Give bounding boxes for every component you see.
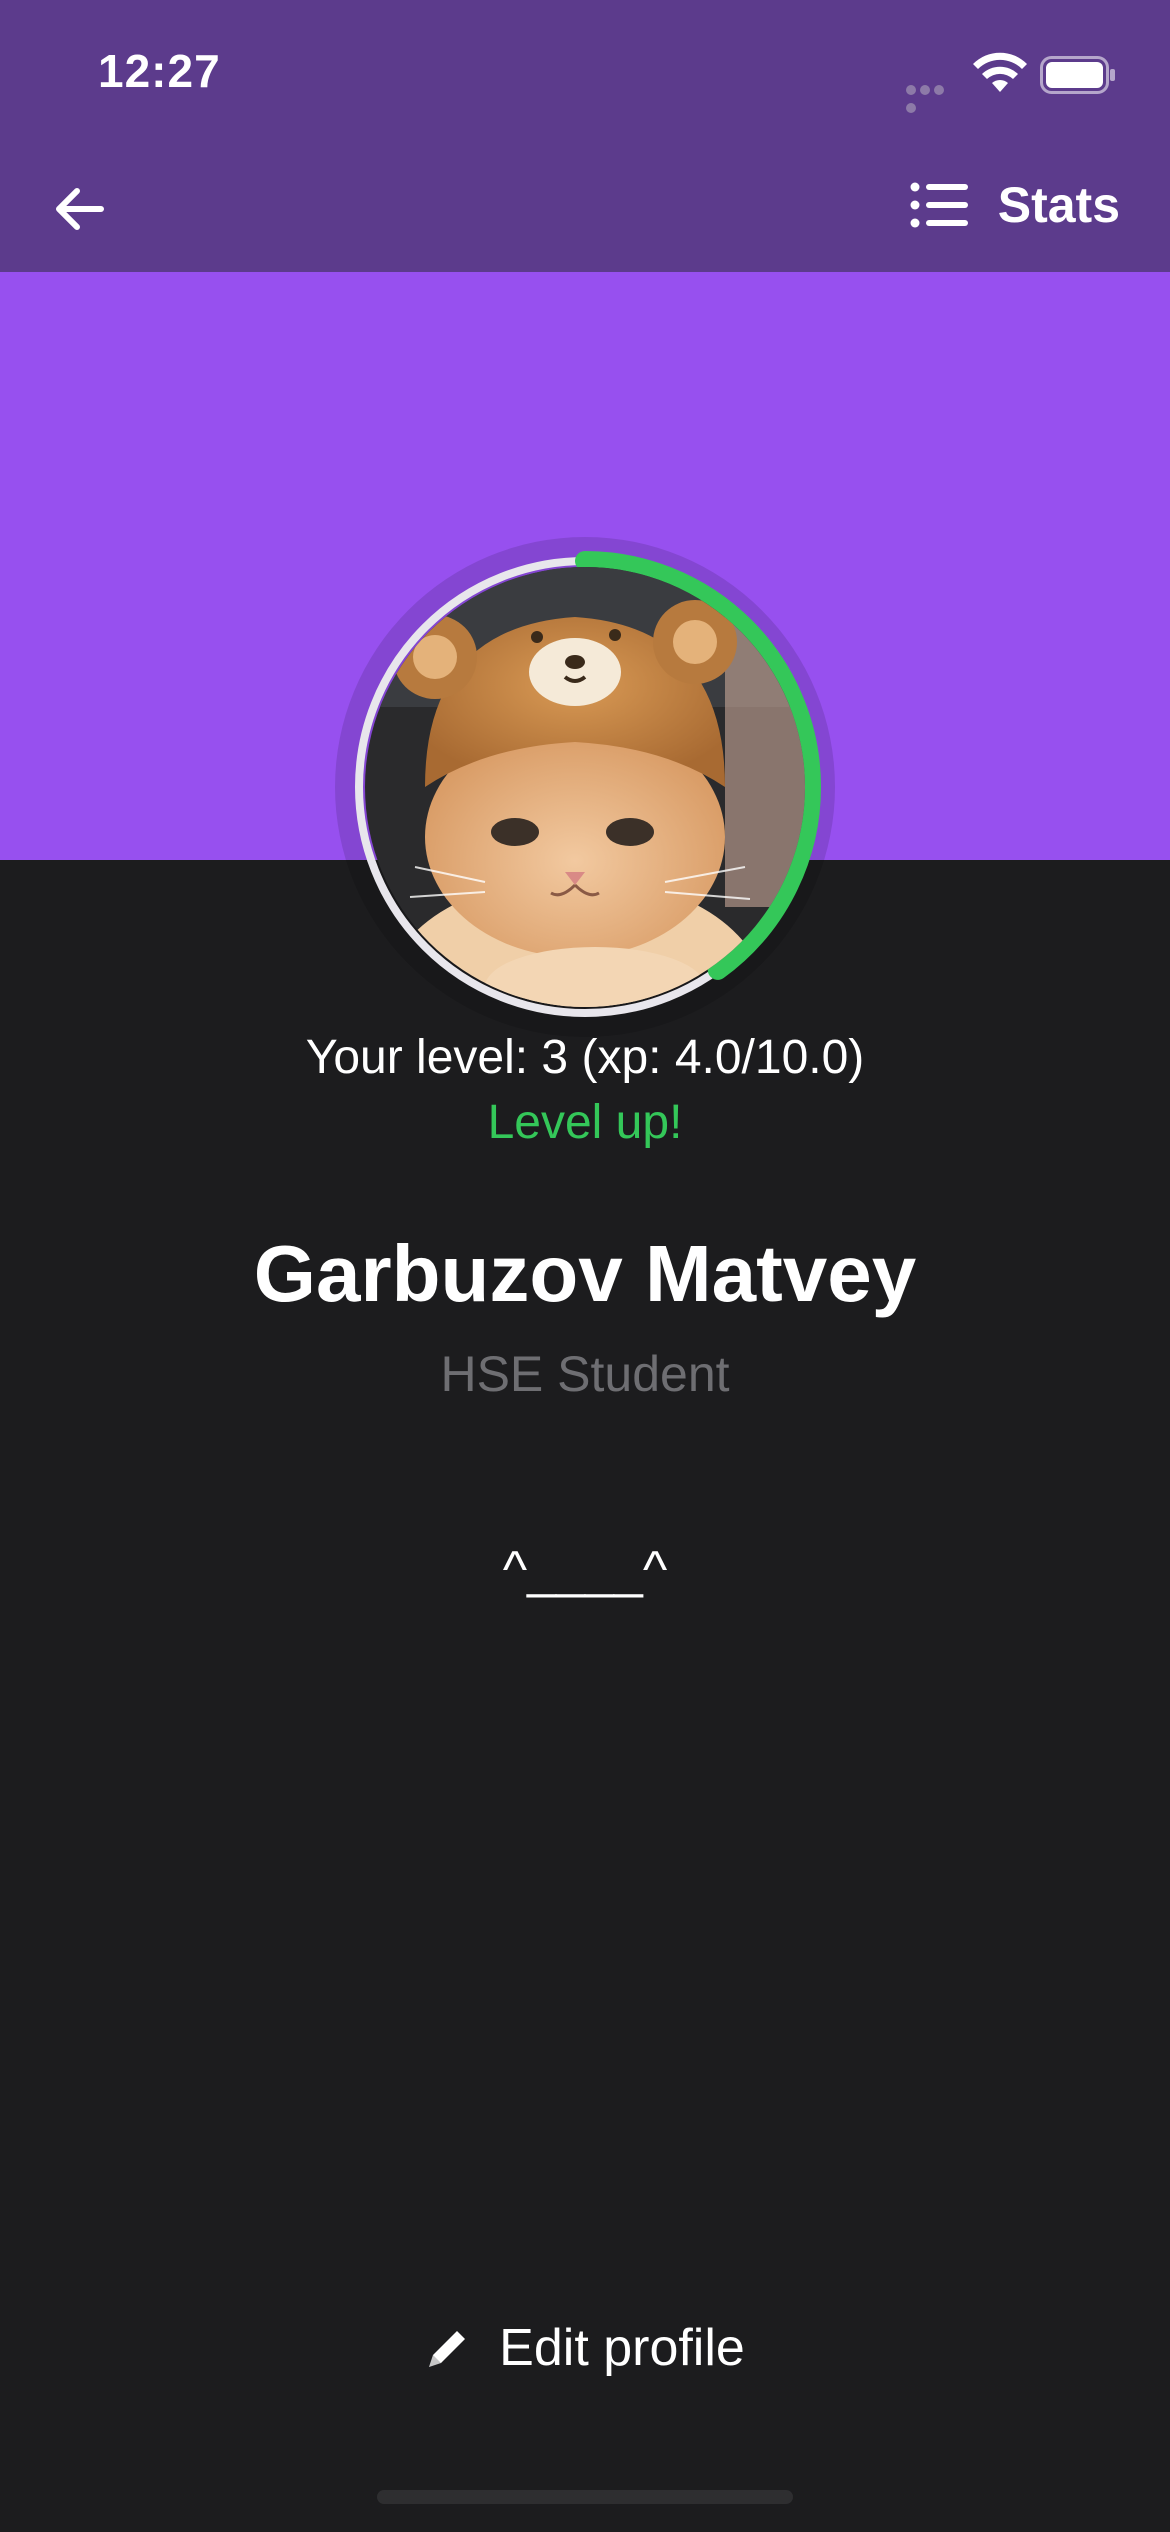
cat-in-bear-hat-avatar — [365, 567, 805, 1007]
user-bio: ^____^ — [502, 1541, 668, 1599]
back-button[interactable] — [44, 174, 114, 244]
status-time: 12:27 — [98, 45, 221, 97]
stats-button[interactable]: Stats — [910, 170, 1120, 240]
stats-label: Stats — [997, 177, 1120, 233]
edit-profile-button[interactable]: Edit profile — [0, 2318, 1170, 2378]
edit-profile-label: Edit profile — [499, 2319, 745, 2377]
wifi-icon — [973, 52, 1027, 92]
signal-dots-icon — [906, 82, 960, 113]
navigation-bar: Stats — [0, 140, 1170, 272]
status-bar: 12:27 — [0, 0, 1170, 140]
level-up-link[interactable]: Level up! — [0, 1095, 1170, 1150]
user-role: HSE Student — [440, 1346, 730, 1402]
battery-icon — [1040, 56, 1115, 94]
avatar-with-progress[interactable] — [333, 535, 837, 1039]
level-text: Your level: 3 (xp: 4.0/10.0) — [305, 1031, 865, 1084]
list-icon — [910, 182, 968, 228]
avatar — [365, 567, 805, 1007]
user-name: Garbuzov Matvey — [253, 1229, 917, 1318]
arrow-left-icon — [56, 188, 104, 230]
home-indicator[interactable] — [377, 2490, 793, 2504]
pencil-icon — [429, 2331, 466, 2367]
